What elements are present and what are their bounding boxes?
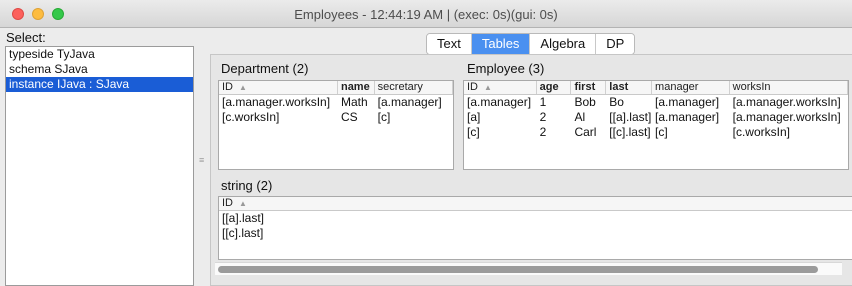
tab-algebra[interactable]: Algebra bbox=[530, 34, 597, 54]
table-row[interactable]: [[c].last] bbox=[219, 226, 852, 241]
cell-id: [[c].last] bbox=[222, 226, 264, 240]
cell-age: 1 bbox=[539, 95, 547, 109]
cell-last: [[a].last] bbox=[609, 110, 652, 124]
sort-ascending-icon: ▲ bbox=[484, 83, 492, 92]
cell-first: Carl bbox=[574, 125, 597, 139]
list-item-typeside[interactable]: typeside TyJava bbox=[6, 47, 193, 62]
column-header-secretary[interactable]: secretary bbox=[375, 81, 453, 94]
string-table[interactable]: ID ▲ [[a].last] [[c].last] bbox=[218, 196, 852, 260]
string-header: ID ▲ bbox=[219, 197, 852, 211]
window-title: Employees - 12:44:19 AM | (exec: 0s)(gui… bbox=[294, 7, 558, 22]
cell-secretary: [a.manager] bbox=[377, 95, 442, 109]
column-header-id[interactable]: ID ▲ bbox=[219, 197, 852, 210]
cell-name: CS bbox=[340, 110, 358, 124]
column-header-worksin[interactable]: worksIn bbox=[730, 81, 848, 94]
cell-last: [[c].last] bbox=[609, 125, 651, 139]
column-header-id[interactable]: ID ▲ bbox=[219, 81, 338, 94]
table-row[interactable]: [a.manager.worksIn] Math [a.manager] bbox=[219, 95, 453, 110]
cell-id: [a.manager] bbox=[467, 95, 532, 109]
table-row[interactable]: [a] 2 Al [[a].last] [a.manager] [a.manag… bbox=[464, 110, 848, 125]
cell-worksin: [c.worksIn] bbox=[732, 125, 790, 139]
column-header-last[interactable]: last bbox=[606, 81, 653, 94]
department-header: ID ▲ name secretary bbox=[219, 81, 453, 95]
tab-dp[interactable]: DP bbox=[596, 34, 635, 54]
table-row[interactable]: [c] 2 Carl [[c].last] [c] [c.worksIn] bbox=[464, 125, 848, 140]
column-header-manager[interactable]: manager bbox=[652, 81, 730, 94]
cell-secretary: [c] bbox=[377, 110, 391, 124]
employee-title: Employee (3) bbox=[467, 61, 545, 76]
tab-tables[interactable]: Tables bbox=[471, 34, 531, 54]
sort-ascending-icon: ▲ bbox=[239, 199, 247, 208]
view-tabs: Text Tables Algebra DP bbox=[426, 33, 636, 55]
employee-header: ID ▲ age first last manager worksIn bbox=[464, 81, 848, 95]
column-header-name[interactable]: name bbox=[338, 81, 375, 94]
sort-ascending-icon: ▲ bbox=[239, 83, 247, 92]
cell-id: [c] bbox=[467, 125, 480, 139]
object-list[interactable]: typeside TyJava schema SJava instance IJ… bbox=[5, 46, 194, 286]
column-header-id[interactable]: ID ▲ bbox=[464, 81, 537, 94]
cell-first: Bob bbox=[574, 95, 596, 109]
tab-text[interactable]: Text bbox=[427, 34, 472, 54]
cell-name: Math bbox=[340, 95, 368, 109]
column-header-age[interactable]: age bbox=[537, 81, 572, 94]
column-header-first[interactable]: first bbox=[571, 81, 607, 94]
string-title: string (2) bbox=[221, 178, 273, 193]
table-row[interactable]: [a.manager] 1 Bob Bo [a.manager] [a.mana… bbox=[464, 95, 848, 110]
title-bar: Employees - 12:44:19 AM | (exec: 0s)(gui… bbox=[0, 0, 852, 28]
horizontal-scrollbar[interactable] bbox=[215, 262, 842, 275]
cell-first: Al bbox=[574, 110, 586, 124]
table-row[interactable]: [c.worksIn] CS [c] bbox=[219, 110, 453, 125]
cell-id: [a.manager.worksIn] bbox=[222, 95, 331, 109]
cell-manager: [a.manager] bbox=[655, 95, 720, 109]
table-row[interactable]: [[a].last] bbox=[219, 211, 852, 226]
cell-worksin: [a.manager.worksIn] bbox=[732, 110, 841, 124]
cell-age: 2 bbox=[539, 125, 547, 139]
split-pane-divider[interactable] bbox=[196, 46, 206, 286]
department-title: Department (2) bbox=[221, 61, 309, 76]
employee-table[interactable]: ID ▲ age first last manager worksIn [a.ma… bbox=[463, 80, 849, 170]
list-item-instance[interactable]: instance IJava : SJava bbox=[6, 77, 193, 92]
cell-manager: [c] bbox=[655, 125, 668, 139]
list-item-schema[interactable]: schema SJava bbox=[6, 62, 193, 77]
splitter-grip-icon: ≡ bbox=[199, 155, 205, 165]
cell-worksin: [a.manager.worksIn] bbox=[732, 95, 841, 109]
cell-manager: [a.manager] bbox=[655, 110, 720, 124]
cell-id: [a] bbox=[467, 110, 481, 124]
department-table[interactable]: ID ▲ name secretary [a.manager.worksIn] M… bbox=[218, 80, 454, 170]
cell-age: 2 bbox=[539, 110, 547, 124]
scrollbar-thumb[interactable] bbox=[218, 266, 818, 273]
cell-id: [[a].last] bbox=[222, 211, 265, 225]
select-label: Select: bbox=[6, 30, 46, 45]
cell-id: [c.worksIn] bbox=[222, 110, 280, 124]
cell-last: Bo bbox=[609, 95, 624, 109]
